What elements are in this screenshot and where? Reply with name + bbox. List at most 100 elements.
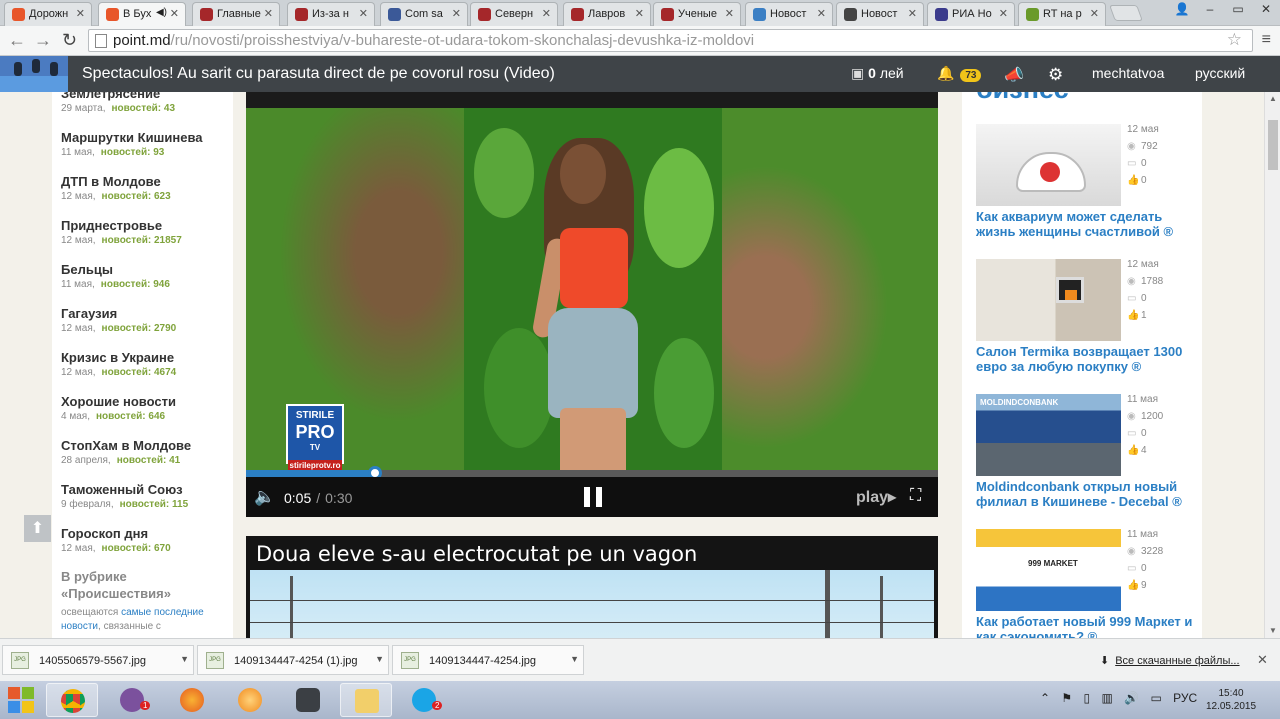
browser-menu-icon[interactable]: ≡ <box>1262 31 1271 49</box>
download-item[interactable]: JPG 1405506579-5567.jpg ▼ <box>2 645 194 675</box>
volume-tray-icon[interactable]: 🔊 <box>1124 691 1139 705</box>
business-title-link[interactable]: Как работает новый 999 Маркет и как сэко… <box>976 614 1196 638</box>
browser-tab[interactable]: Ученые ✕ <box>653 2 741 26</box>
business-title-link[interactable]: Салон Termika возвращает 1300 евро за лю… <box>976 344 1196 374</box>
download-item[interactable]: JPG 1409134447-4254.jpg ▼ <box>392 645 584 675</box>
reload-icon[interactable]: ↻ <box>62 30 77 50</box>
page-scrollbar[interactable]: ▲ ▼ <box>1264 92 1280 638</box>
tray-chevron-icon[interactable]: ⌃ <box>1040 691 1050 705</box>
browser-tab[interactable]: РИА Но ✕ <box>927 2 1015 26</box>
fullscreen-icon[interactable]: ⛶ <box>910 487 921 505</box>
scroll-down-arrow-icon[interactable]: ▼ <box>1269 626 1277 635</box>
tab-close-icon[interactable]: ✕ <box>359 7 368 20</box>
tab-close-icon[interactable]: ✕ <box>817 7 826 20</box>
tab-close-icon[interactable]: ✕ <box>908 7 917 20</box>
browser-tab[interactable]: RT на р ✕ <box>1018 2 1106 26</box>
news-card-title[interactable]: Doua eleve s-au electrocutat pe un vagon <box>256 542 697 566</box>
browser-tab[interactable]: Северн ✕ <box>470 2 558 26</box>
notifications-button[interactable]: 🔔 73 <box>937 65 982 82</box>
language-selector[interactable]: русский <box>1195 65 1245 81</box>
flag-icon[interactable]: ⚑ <box>1061 691 1072 705</box>
business-thumbnail[interactable]: MOLDINDCONBANK <box>976 394 1121 476</box>
business-thumbnail[interactable] <box>976 259 1121 341</box>
rubric-link[interactable]: Кризис в Украине <box>61 350 174 365</box>
chevron-down-icon[interactable]: ▼ <box>375 654 384 664</box>
rubric-count[interactable]: новостей: 115 <box>120 499 189 510</box>
business-title-link[interactable]: Moldindconbank открыл новый филиал в Киш… <box>976 479 1196 509</box>
volume-icon[interactable]: 🔈 <box>254 487 275 507</box>
network-icon[interactable]: ▥ <box>1101 691 1112 705</box>
rubric-link[interactable]: Хорошие новости <box>61 394 176 409</box>
tab-close-icon[interactable]: ✕ <box>264 7 273 20</box>
download-item[interactable]: JPG 1409134447-4254 (1).jpg ▼ <box>197 645 389 675</box>
windows-start-button[interactable] <box>8 687 34 713</box>
rubric-link[interactable]: Землетрясение <box>61 92 160 101</box>
chevron-down-icon[interactable]: ▼ <box>180 654 189 664</box>
rubric-count[interactable]: новостей: 43 <box>112 103 176 114</box>
rubric-count[interactable]: новостей: 623 <box>102 191 171 202</box>
forward-arrow-icon[interactable]: → <box>34 30 52 50</box>
taskbar-viber[interactable]: 1 <box>106 683 158 717</box>
video-player[interactable]: STIRILE PRO TV stirileprotv.ro 🔈 0:05/0:… <box>246 92 938 517</box>
taskbar-firefox[interactable] <box>166 683 218 717</box>
megaphone-icon[interactable]: 📣 <box>1004 65 1024 85</box>
scroll-up-arrow-icon[interactable]: ▲ <box>1269 94 1277 103</box>
tab-close-icon[interactable]: ✕ <box>635 7 644 20</box>
bookmark-star-icon[interactable]: ☆ <box>1227 30 1242 50</box>
tab-close-icon[interactable]: ✕ <box>452 7 461 20</box>
wallet-button[interactable]: ▣ 0 лей <box>851 65 904 82</box>
rubric-count[interactable]: новостей: 946 <box>101 279 170 290</box>
system-clock[interactable]: 15:40 12.05.2015 <box>1200 687 1262 713</box>
browser-tab[interactable]: Новост ✕ <box>836 2 924 26</box>
battery-icon[interactable]: ▭ <box>1150 691 1161 705</box>
chevron-down-icon[interactable]: ▼ <box>570 654 579 664</box>
browser-tab[interactable]: Главные ✕ <box>192 2 280 26</box>
rubric-count[interactable]: новостей: 2790 <box>102 323 177 334</box>
taskbar-camera[interactable] <box>282 683 334 717</box>
rubric-count[interactable]: новостей: 41 <box>117 455 181 466</box>
tab-close-icon[interactable]: ✕ <box>999 7 1008 20</box>
settings-gear-icon[interactable]: ⚙ <box>1048 65 1063 85</box>
tab-audio-icon[interactable]: ◀) <box>156 7 167 18</box>
business-title-link[interactable]: Как аквариум может сделать жизнь женщины… <box>976 209 1196 239</box>
minimize-button[interactable]: ‒ <box>1196 0 1224 18</box>
browser-tab[interactable]: В Бух ◀) ✕ <box>98 2 186 27</box>
tab-close-icon[interactable]: ✕ <box>542 7 551 20</box>
maximize-button[interactable]: ▭ <box>1224 0 1252 18</box>
taskbar-explorer[interactable] <box>340 683 392 717</box>
close-downloads-icon[interactable]: ✕ <box>1257 652 1268 668</box>
rubric-count[interactable]: новостей: 93 <box>101 147 165 158</box>
browser-tab[interactable]: Лавров ✕ <box>563 2 651 26</box>
tab-close-icon[interactable]: ✕ <box>76 7 85 20</box>
rubric-link[interactable]: Гагаузия <box>61 306 117 321</box>
phone-icon[interactable]: ▯ <box>1084 691 1091 705</box>
business-thumbnail[interactable] <box>976 124 1121 206</box>
rubric-link[interactable]: СтопХам в Молдове <box>61 438 191 453</box>
taskbar-skype[interactable]: 2 <box>398 683 450 717</box>
business-heading[interactable]: бизнес <box>976 92 1069 105</box>
user-icon[interactable]: 👤 <box>1168 0 1196 18</box>
pause-icon[interactable] <box>584 487 602 507</box>
rubric-link[interactable]: Бельцы <box>61 262 113 277</box>
video-progress-bar[interactable] <box>246 466 938 480</box>
rubric-link[interactable]: Приднестровье <box>61 218 162 233</box>
play-brand-logo[interactable]: play▸ <box>856 487 896 507</box>
browser-tab[interactable]: Из-за н ✕ <box>287 2 375 26</box>
news-card[interactable]: Doua eleve s-au electrocutat pe un vagon <box>246 536 938 638</box>
rubric-count[interactable]: новостей: 4674 <box>102 367 177 378</box>
rubric-count[interactable]: новостей: 646 <box>96 411 165 422</box>
rubric-link[interactable]: Гороскоп дня <box>61 526 148 541</box>
new-tab-button[interactable] <box>1109 5 1143 21</box>
rubric-link[interactable]: ДТП в Молдове <box>61 174 161 189</box>
scroll-to-top-button[interactable]: ⬆ <box>24 515 51 542</box>
browser-tab[interactable]: Новост ✕ <box>745 2 833 26</box>
business-thumbnail[interactable]: 999 MARKET <box>976 529 1121 611</box>
username-link[interactable]: mechtatvoa <box>1092 65 1164 81</box>
rubric-count[interactable]: новостей: 21857 <box>102 235 182 246</box>
tab-close-icon[interactable]: ✕ <box>170 7 179 20</box>
keyboard-language[interactable]: РУС <box>1173 691 1197 705</box>
header-article-title[interactable]: Spectaculos! Au sarit cu parasuta direct… <box>82 65 555 83</box>
news-card-image[interactable] <box>250 570 934 638</box>
taskbar-chrome[interactable] <box>46 683 98 717</box>
browser-tab[interactable]: Com sa ✕ <box>380 2 468 26</box>
